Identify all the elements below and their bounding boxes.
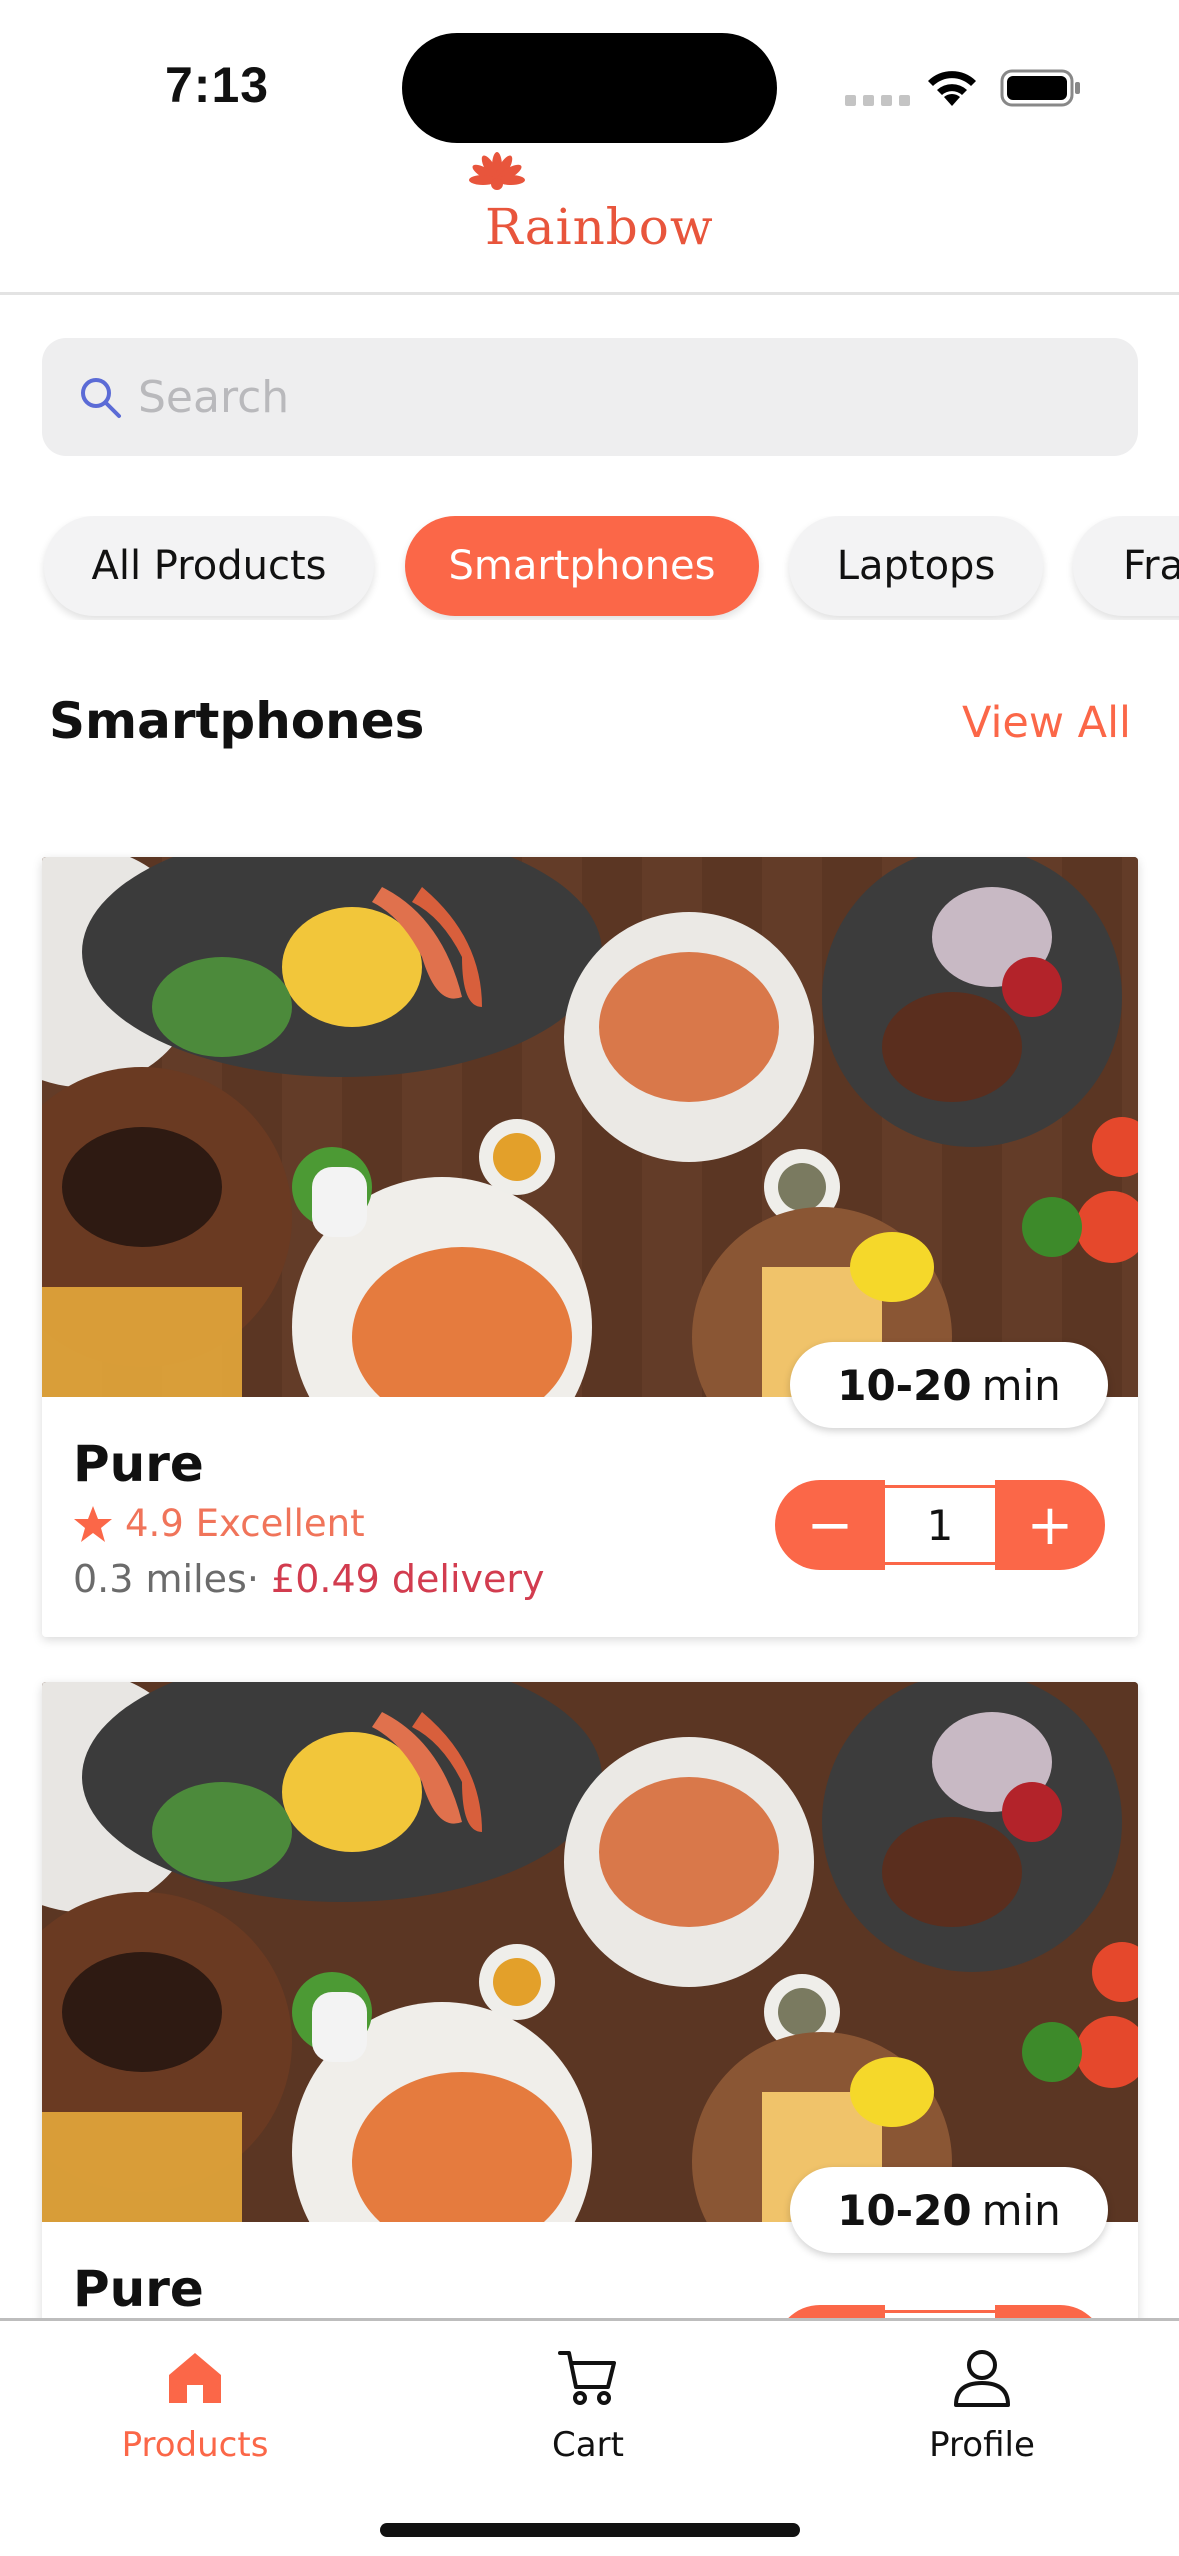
status-bar: 7:13 [0, 0, 1179, 150]
food-platter-photo [42, 857, 1138, 1397]
delivery-time-range: 10-20 [837, 1360, 972, 1410]
chip-fragrances[interactable]: Fra [1073, 516, 1179, 616]
nav-cart-label: Cart [552, 2425, 624, 2465]
delivery-time-badge: 10-20 min [790, 1342, 1108, 1428]
star-icon [74, 1505, 112, 1542]
quantity-stepper: − 1 + [775, 1480, 1105, 1570]
product-card[interactable]: 10-20 min Pure 4.9 Excellent 0.3 miles· … [42, 857, 1138, 1637]
nav-profile[interactable]: Profile [862, 2345, 1102, 2465]
logo-text: Rainbow [485, 198, 714, 256]
chip-all-products[interactable]: All Products [44, 516, 374, 616]
profile-icon [954, 2350, 1010, 2407]
nav-profile-label: Profile [929, 2425, 1035, 2465]
nav-products[interactable]: Products [75, 2345, 315, 2465]
category-chips: All Products Smartphones Laptops Fra [0, 516, 1179, 620]
increment-button[interactable]: + [995, 1480, 1105, 1570]
battery-icon [1000, 69, 1080, 107]
food-platter-photo [42, 1682, 1138, 2222]
meta-separator: · [246, 1557, 259, 1601]
product-name: Pure [73, 2260, 204, 2318]
home-indicator[interactable] [380, 2523, 800, 2537]
nav-cart[interactable]: Cart [468, 2345, 708, 2465]
search-input[interactable] [138, 371, 1038, 423]
status-time: 7:13 [165, 57, 270, 113]
distance-text: 0.3 miles [73, 1557, 247, 1601]
product-rating: 4.9 Excellent [73, 1502, 365, 1545]
product-name: Pure [73, 1435, 204, 1493]
wifi-icon [928, 71, 976, 106]
quantity-value: 1 [885, 1485, 995, 1565]
search-icon [81, 378, 121, 418]
rating-text: 4.9 Excellent [125, 1502, 365, 1545]
nav-products-label: Products [121, 2425, 269, 2465]
delivery-time-unit: min [981, 2185, 1061, 2235]
section-title: Smartphones [49, 692, 425, 750]
chip-smartphones[interactable]: Smartphones [405, 516, 759, 616]
search-bar[interactable] [42, 338, 1138, 456]
product-meta: 0.3 miles· £0.49 delivery [73, 1557, 544, 1601]
dynamic-island [402, 33, 777, 143]
delivery-fee-text: £0.49 delivery [271, 1557, 545, 1601]
view-all-link[interactable]: View All [962, 698, 1131, 748]
decrement-button[interactable]: − [775, 1480, 885, 1570]
bottom-nav: Products Cart Profile [0, 2318, 1179, 2556]
delivery-time-range: 10-20 [837, 2185, 972, 2235]
app-header: Rainbow [0, 150, 1179, 295]
cart-icon [558, 2351, 616, 2405]
delivery-time-badge: 10-20 min [790, 2167, 1108, 2253]
cellular-signal-icon [845, 95, 910, 106]
delivery-time-unit: min [981, 1360, 1061, 1410]
chip-laptops[interactable]: Laptops [789, 516, 1043, 616]
home-icon [169, 2353, 221, 2403]
